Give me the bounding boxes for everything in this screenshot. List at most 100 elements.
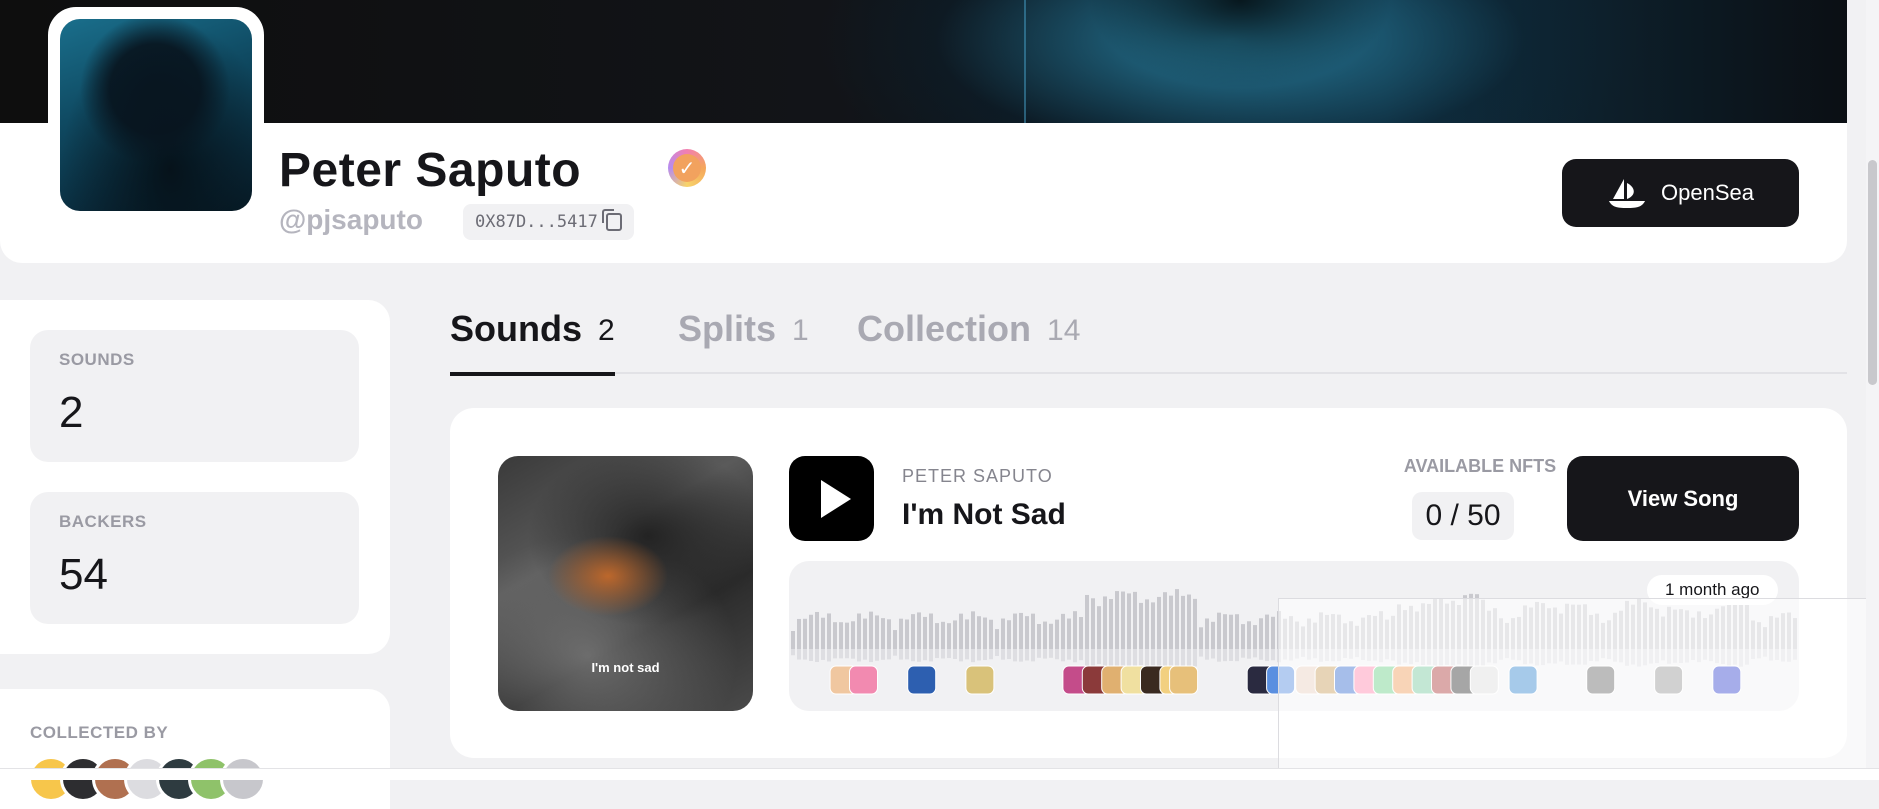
collected-by-label: COLLECTED BY: [30, 723, 169, 742]
profile-avatar[interactable]: [60, 19, 252, 211]
waveform-bar: [791, 631, 795, 649]
waveform-bar-reflection: [899, 649, 903, 660]
waveform-bar-reflection: [905, 649, 909, 660]
waveform-bar-reflection: [1199, 649, 1203, 657]
opensea-label: OpenSea: [1661, 180, 1754, 205]
waveform-bar: [1061, 613, 1065, 649]
waveform-bar-reflection: [1229, 649, 1233, 662]
waveform-bar-reflection: [845, 649, 849, 659]
waveform-bar-reflection: [839, 649, 843, 659]
waveform-bar: [1169, 595, 1173, 649]
opensea-icon: [1609, 179, 1646, 208]
waveform-bar-reflection: [1271, 649, 1275, 661]
play-button[interactable]: [789, 456, 874, 541]
tab-sounds[interactable]: Sounds 2: [450, 308, 615, 376]
backer-avatar[interactable]: [849, 665, 878, 695]
waveform-bar-reflection: [881, 649, 885, 660]
waveform-bar: [1019, 612, 1023, 649]
waveform-bar-reflection: [977, 649, 981, 661]
waveform-bar: [821, 617, 825, 649]
waveform-bar-reflection: [1247, 649, 1251, 659]
waveform-bar: [1013, 613, 1017, 649]
profile-banner: [0, 0, 1847, 123]
waveform-bar: [1127, 593, 1131, 649]
waveform-bar-reflection: [809, 649, 813, 661]
available-nfts-value: 0 / 50: [1412, 492, 1514, 540]
waveform-bar-reflection: [989, 649, 993, 660]
bottom-edge: [0, 768, 1879, 780]
backer-avatar[interactable]: [965, 665, 995, 695]
waveform-bar: [1241, 624, 1245, 649]
waveform-bar-reflection: [803, 649, 807, 660]
waveform-bar: [857, 613, 861, 649]
waveform-bar: [923, 616, 927, 649]
tab-count: 1: [792, 314, 809, 347]
waveform-bar: [995, 629, 999, 649]
backer-avatar[interactable]: [907, 665, 937, 695]
waveform-bar-reflection: [1223, 649, 1227, 662]
song-artist[interactable]: PETER SAPUTO: [902, 466, 1053, 487]
waveform-bar: [1031, 613, 1035, 649]
waveform-bar: [1217, 612, 1221, 649]
wallet-address-chip[interactable]: 0X87D...5417: [463, 204, 634, 240]
waveform-bar: [989, 619, 993, 649]
waveform-bar: [887, 619, 891, 649]
waveform-bar: [899, 618, 903, 649]
waveform-bar: [917, 612, 921, 649]
waveform-bar: [1043, 621, 1047, 649]
waveform-bar-reflection: [1169, 649, 1173, 668]
song-cover-art[interactable]: I'm not sad: [498, 456, 753, 711]
copy-icon[interactable]: [601, 209, 622, 231]
waveform-bar: [1007, 620, 1011, 649]
tab-label: Sounds: [450, 308, 582, 349]
waveform-bar-reflection: [791, 649, 795, 656]
waveform-bar: [971, 611, 975, 649]
waveform-bar: [1265, 614, 1269, 649]
waveform-bar: [1235, 614, 1239, 649]
waveform-bar-reflection: [1067, 649, 1071, 660]
waveform-bar-reflection: [1079, 649, 1083, 661]
waveform-bar: [941, 621, 945, 649]
waveform-bar-reflection: [953, 649, 957, 659]
waveform-bar: [1229, 614, 1233, 649]
waveform-bar-reflection: [1031, 649, 1035, 662]
waveform-bar-reflection: [1055, 649, 1059, 660]
waveform-bar-reflection: [1019, 649, 1023, 662]
waveform-bar: [1253, 625, 1257, 649]
view-song-button[interactable]: View Song: [1567, 456, 1799, 541]
backer-avatar[interactable]: [1169, 665, 1199, 695]
play-icon: [820, 479, 851, 518]
waveform-bar-reflection: [1085, 649, 1089, 668]
waveform-bar-reflection: [911, 649, 915, 662]
waveform-bar-reflection: [1073, 649, 1077, 663]
waveform-bar-reflection: [797, 649, 801, 660]
scrollbar-thumb[interactable]: [1868, 160, 1877, 385]
waveform-bar: [1175, 589, 1179, 649]
profile-name: Peter Saputo: [279, 144, 582, 197]
waveform-bar: [797, 618, 801, 649]
song-title[interactable]: I'm Not Sad: [902, 498, 1066, 532]
tab-splits[interactable]: Splits 1: [678, 308, 809, 372]
opensea-button[interactable]: OpenSea: [1562, 159, 1799, 227]
waveform-bar: [809, 614, 813, 649]
available-nfts-label: AVAILABLE NFTS: [1403, 456, 1557, 476]
waveform-bar: [1025, 616, 1029, 649]
stat-value: 54: [59, 550, 108, 599]
waveform-bar-reflection: [917, 649, 921, 662]
waveform-bar-reflection: [1091, 649, 1095, 667]
waveform-bar-reflection: [1157, 649, 1161, 668]
waveform-bar-reflection: [1181, 649, 1185, 668]
waveform-bar-reflection: [857, 649, 861, 662]
tab-collection[interactable]: Collection 14: [857, 308, 1080, 372]
waveform-bar: [905, 619, 909, 649]
page-scrollbar[interactable]: [1866, 0, 1879, 779]
waveform-bar-reflection: [995, 649, 999, 656]
waveform-bar-reflection: [929, 649, 933, 662]
waveform-bar: [839, 622, 843, 649]
waveform-bar: [1049, 623, 1053, 649]
waveform-bar: [947, 623, 951, 649]
waveform-bar: [977, 616, 981, 649]
waveform-bar-reflection: [1205, 649, 1209, 660]
verified-badge-icon: ✓: [668, 149, 706, 187]
waveform-bar: [1271, 616, 1275, 649]
